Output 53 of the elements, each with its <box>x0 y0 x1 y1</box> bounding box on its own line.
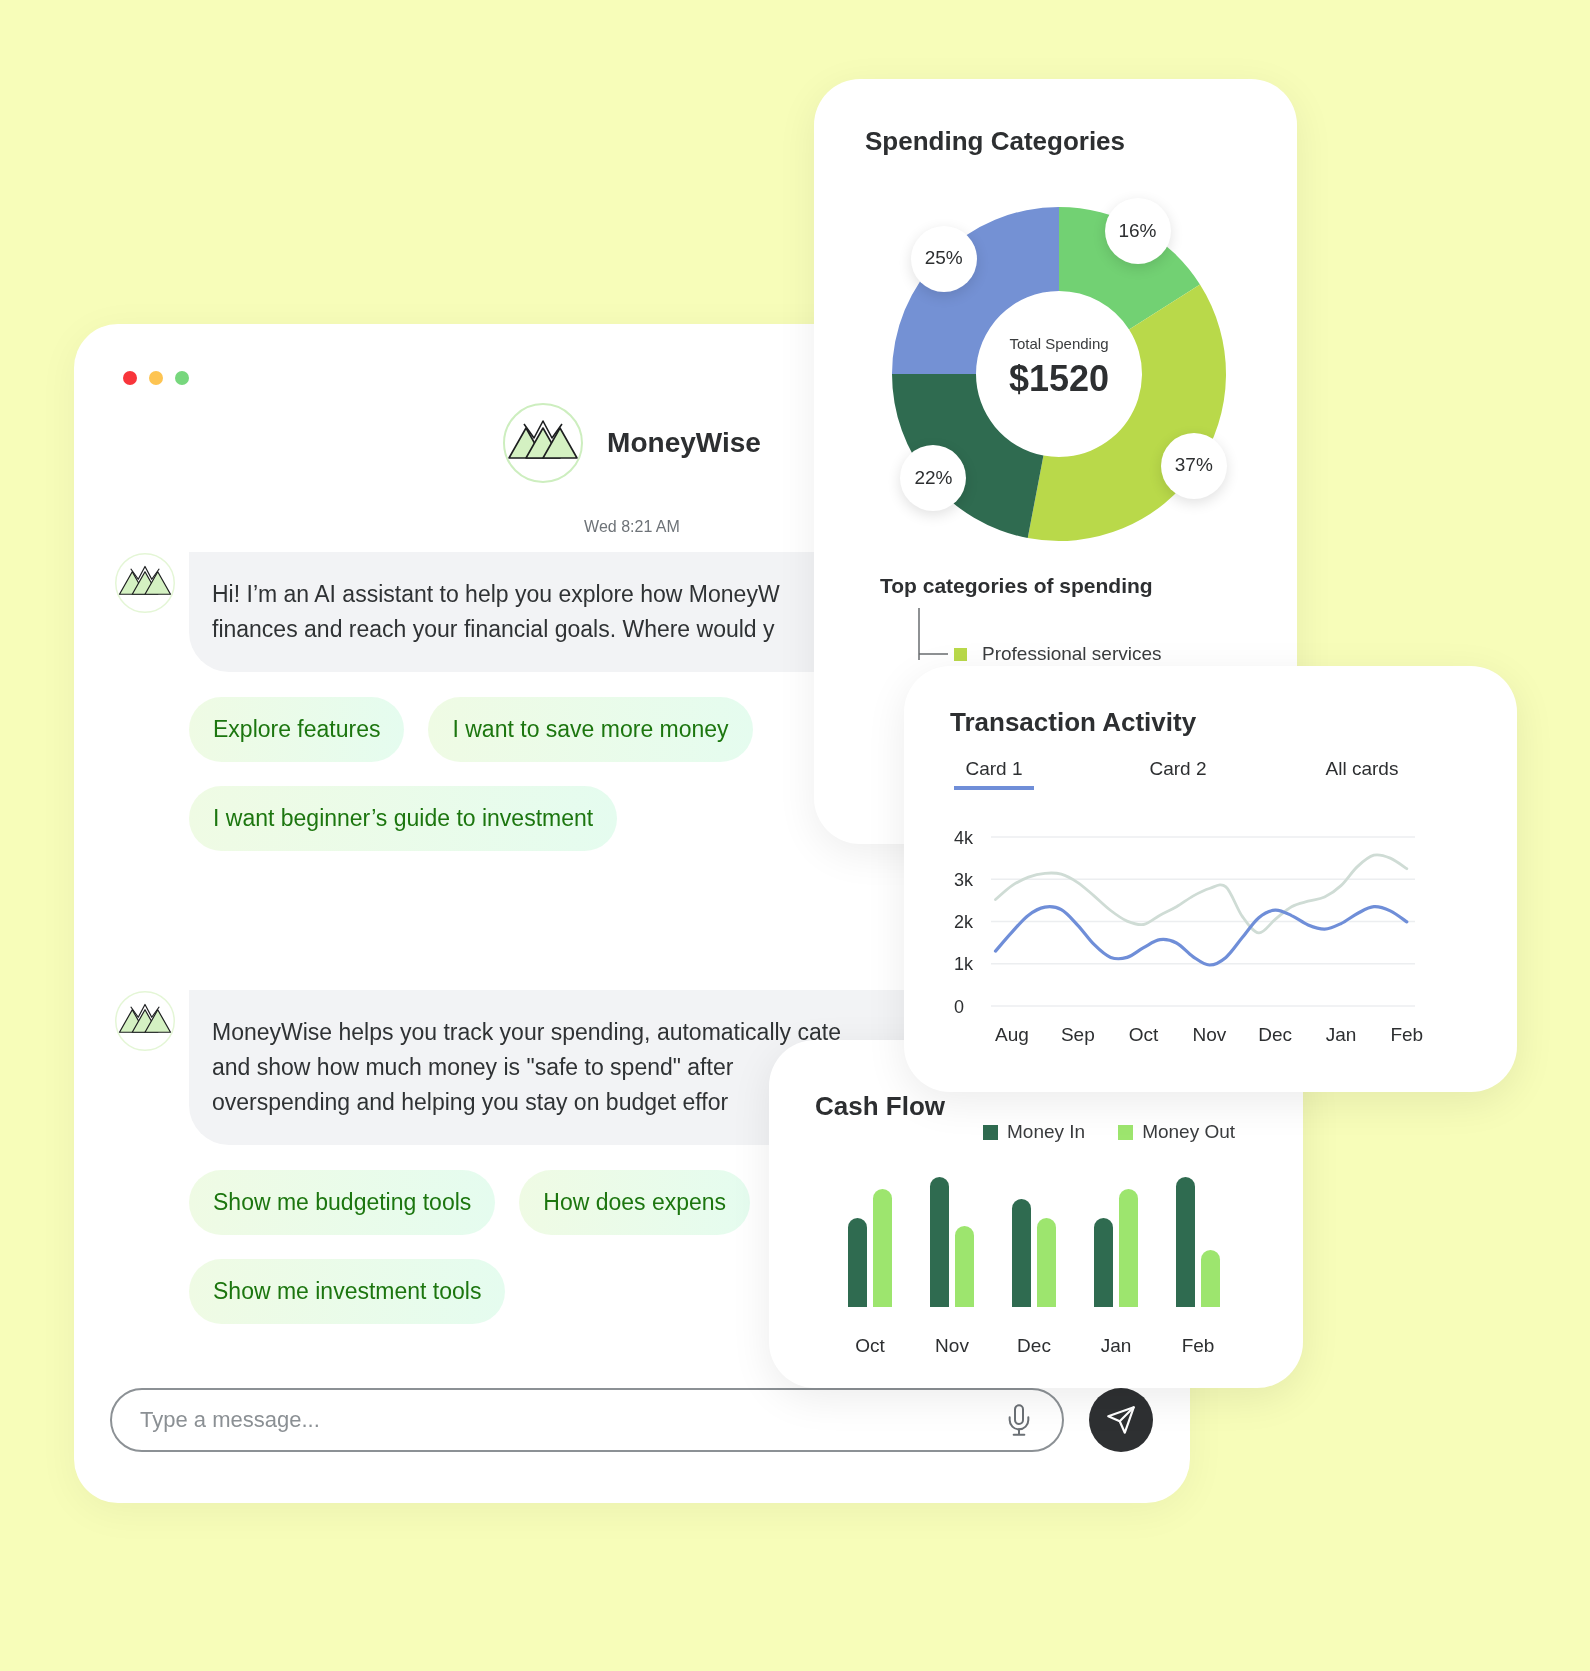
suggestion-chip[interactable]: Show me budgeting tools <box>189 1170 496 1235</box>
mountain-logo-icon <box>503 403 584 483</box>
x-axis-label: Dec <box>1258 1024 1293 1045</box>
y-axis-label: 0 <box>954 996 964 1017</box>
card-title: Cash Flow <box>815 1092 945 1120</box>
legend-label: Professional services <box>982 644 1162 664</box>
legend-label: Money In <box>1007 1120 1086 1144</box>
bot-avatar-icon <box>115 991 175 1051</box>
month-label: Feb <box>1181 1334 1215 1358</box>
x-axis-label: Nov <box>1192 1024 1227 1045</box>
suggestion-chip[interactable]: How does expens <box>519 1170 751 1235</box>
suggestion-chip[interactable]: Show me investment tools <box>189 1259 506 1324</box>
total-amount: $1520 <box>1008 358 1110 400</box>
suggestion-chip[interactable]: I want beginner’s guide to investment <box>189 786 618 851</box>
bot-avatar-icon <box>115 553 175 613</box>
percent-label: 16% <box>1104 198 1171 265</box>
percent-label: 25% <box>910 225 977 292</box>
x-axis-label: Jan <box>1325 1024 1357 1045</box>
suggestion-chip[interactable]: Explore features <box>189 697 405 762</box>
window-control-icon[interactable] <box>123 371 137 385</box>
x-axis-label: Feb <box>1390 1024 1424 1045</box>
chart-center-label: Total Spending <box>1009 334 1109 354</box>
x-axis-label: Aug <box>995 1024 1029 1045</box>
tab[interactable]: Card 2 <box>1138 757 1218 790</box>
y-axis-label: 1k <box>954 954 973 975</box>
message-text: and show how much money is "safe to spend" after <box>212 1053 734 1082</box>
timestamp: Wed 8:21 AM <box>584 517 680 537</box>
money-out-bar <box>1201 1250 1220 1307</box>
connector-line <box>918 608 950 660</box>
suggestion-chip[interactable]: I want to save more money <box>428 697 753 762</box>
card-title: Transaction Activity <box>950 706 1197 739</box>
month-label: Jan <box>1100 1334 1132 1358</box>
message-text: Hi! I’m an AI assistant to help you explore how MoneyW <box>212 580 780 609</box>
month-label: Nov <box>935 1334 969 1358</box>
message-input[interactable]: Type a message... <box>110 1388 1064 1452</box>
section-heading: Top categories of spending <box>880 573 1153 599</box>
y-axis-label: 4k <box>954 827 973 848</box>
x-axis-label: Sep <box>1060 1024 1095 1045</box>
message-text: overspending and helping you stay on budget effor <box>212 1088 729 1117</box>
message-text: finances and reach your financial goals. Where would y <box>212 615 775 644</box>
paper-plane-icon <box>1107 1406 1135 1434</box>
tab[interactable]: Card 1 <box>954 757 1034 790</box>
tab[interactable]: All cards <box>1322 757 1402 790</box>
y-axis-label: 2k <box>954 912 973 932</box>
app-title: MoneyWise <box>607 426 761 460</box>
y-axis-label: 3k <box>954 869 973 890</box>
card-title: Spending Categories <box>865 125 1126 157</box>
microphone-icon[interactable] <box>1008 1404 1030 1436</box>
month-label: Dec <box>1017 1334 1051 1358</box>
month-label: Oct <box>855 1334 885 1358</box>
legend-label: Money Out <box>1142 1120 1236 1144</box>
x-axis-label: Oct <box>1128 1024 1159 1045</box>
message-text: MoneyWise helps you track your spending, automatically cate <box>212 1018 841 1047</box>
